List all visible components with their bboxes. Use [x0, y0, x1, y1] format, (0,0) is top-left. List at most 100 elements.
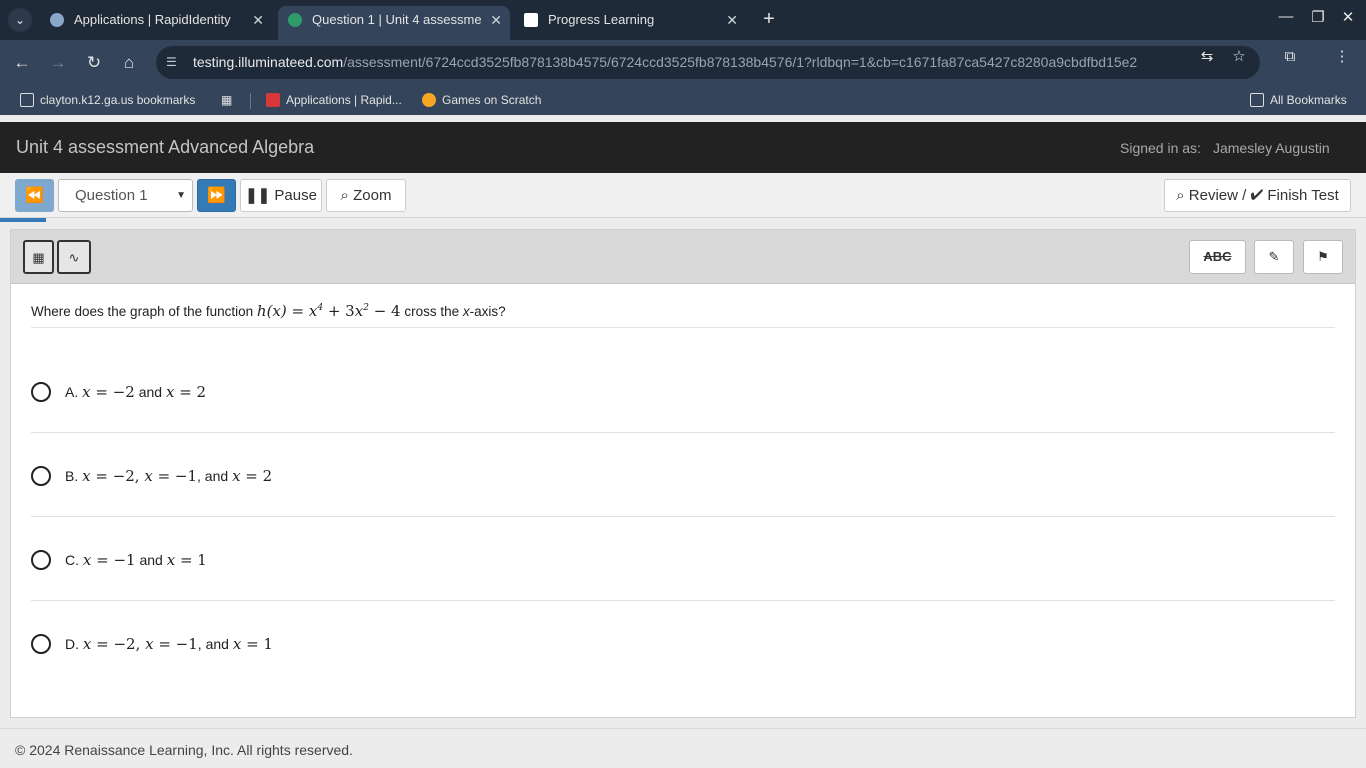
fast-forward-icon: ⏩ [207, 187, 226, 204]
chrome-menu-icon[interactable]: ⋮ [1333, 48, 1351, 66]
choice-text: D. x = −2, x = −1, and x = 1 [65, 634, 273, 654]
answer-eliminator-label: ABC [1203, 249, 1232, 264]
close-tab-icon[interactable]: ✕ [726, 6, 738, 34]
assessment-header: Unit 4 assessment Advanced Algebra Signe… [0, 122, 1366, 173]
flag-icon: ⚑ [1317, 249, 1329, 264]
answer-choice-b[interactable]: B. x = −2, x = −1, and x = 2 [31, 433, 1335, 517]
copyright-text: © 2024 Renaissance Learning, Inc. All ri… [15, 742, 353, 758]
progress-learning-favicon-icon [524, 13, 538, 27]
choice-math: x = −2, x = −1 [82, 635, 198, 653]
bookmark-rapididentity[interactable]: Applications | Rapid... [266, 85, 402, 115]
pause-icon: ❚❚ [245, 187, 271, 204]
choice-connector: and [139, 552, 163, 568]
pause-label: Pause [274, 187, 317, 204]
choice-connector: , and [197, 636, 229, 652]
graphing-calculator-button[interactable]: ∿ [57, 240, 91, 274]
answer-choice-c[interactable]: C. x = −1 and x = 1 [31, 517, 1335, 601]
user-name: Jamesley Augustin [1212, 140, 1330, 156]
rapididentity-icon [266, 93, 280, 107]
signed-in-label: Signed in as: [1120, 140, 1201, 156]
tab-title: Applications | RapidIdentity [74, 12, 231, 27]
check-icon: ✔ [1250, 187, 1264, 204]
folder-icon [1250, 93, 1264, 107]
choice-letter: A. [65, 384, 79, 400]
bookmark-star-icon[interactable]: ☆ [1230, 48, 1248, 66]
tab-title: Question 1 | Unit 4 assessment [312, 12, 482, 27]
edit-icon: ✎ [1268, 249, 1280, 264]
question-controls: ⏪ Question 1 ▼ ⏩ ❚❚ Pause ⌕ Zoom ⌕ Revie… [0, 173, 1366, 218]
zoom-button[interactable]: ⌕ Zoom [326, 179, 406, 212]
choice-text: A. x = −2 and x = 2 [65, 382, 206, 402]
minimize-icon[interactable]: — [1274, 8, 1298, 25]
bookmark-divider [250, 93, 251, 109]
notepad-button[interactable]: ✎ [1254, 240, 1294, 274]
rapididentity-favicon-icon [50, 13, 64, 27]
choice-letter: C. [65, 552, 79, 568]
rewind-icon: ⏪ [25, 187, 44, 204]
address-bar[interactable]: ☰ testing.illuminateed.com/assessment/67… [156, 46, 1260, 79]
close-tab-icon[interactable]: ✕ [252, 6, 264, 34]
choice-math: x = −2 [82, 383, 135, 401]
bookmark-label: Applications | Rapid... [286, 93, 402, 107]
function-expression: h(x) = x4 + 3x2 − 4 [256, 302, 401, 320]
bookmark-folder-clayton[interactable]: clayton.k12.ga.us bookmarks [20, 85, 195, 115]
extensions-icon[interactable]: ⧉ [1281, 48, 1299, 66]
illuminate-favicon-icon [288, 13, 302, 27]
apps-grid-icon[interactable]: ▦ [221, 85, 232, 115]
url-text[interactable]: testing.illuminateed.com/assessment/6724… [193, 46, 1137, 79]
radio-button[interactable] [31, 466, 51, 486]
bookmark-label: clayton.k12.ga.us bookmarks [40, 93, 196, 107]
radio-button[interactable] [31, 382, 51, 402]
reload-icon[interactable]: ↻ [83, 52, 105, 74]
choice-letter: B. [65, 468, 79, 484]
tab-rapididentity[interactable]: Applications | RapidIdentity ✕ [40, 6, 272, 34]
close-tab-icon[interactable]: ✕ [490, 6, 502, 34]
site-info-icon[interactable]: ☰ [166, 55, 180, 69]
browser-toolbar: ← → ↻ ⌂ ☰ testing.illuminateed.com/asses… [0, 40, 1366, 85]
question-stem: Where does the graph of the function h(x… [31, 302, 1335, 328]
question-select-value: Question 1 [75, 187, 148, 204]
back-icon[interactable]: ← [11, 52, 33, 74]
calculator-icon: ▦ [32, 250, 45, 265]
tab-title: Progress Learning [548, 12, 655, 27]
answer-choice-d[interactable]: D. x = −2, x = −1, and x = 1 [31, 601, 1335, 685]
pause-button[interactable]: ❚❚ Pause [240, 179, 322, 212]
answer-choice-a[interactable]: A. x = −2 and x = 2 [31, 349, 1335, 433]
calculator-button[interactable]: ▦ [23, 240, 54, 274]
question-variable: x [462, 304, 470, 319]
radio-button[interactable] [31, 634, 51, 654]
close-window-icon[interactable]: ✕ [1336, 8, 1360, 26]
search-icon: ⌕ [1176, 187, 1185, 204]
test-progress-bar [0, 218, 46, 222]
choice-connector: , and [197, 468, 229, 484]
restore-icon[interactable]: ❐ [1306, 8, 1330, 26]
choice-math: x = −1 [82, 551, 136, 569]
choice-math: x = −2, x = −1 [82, 467, 198, 485]
tab-progress-learning[interactable]: Progress Learning ✕ [514, 6, 746, 34]
signed-in-info: Signed in as: Jamesley Augustin [1120, 140, 1330, 156]
all-bookmarks[interactable]: All Bookmarks [1250, 85, 1347, 115]
tab-question-1[interactable]: Question 1 | Unit 4 assessment ✕ [278, 6, 510, 40]
flag-button[interactable]: ⚑ [1303, 240, 1343, 274]
choice-connector: and [138, 384, 163, 400]
choice-math: x = 1 [232, 635, 273, 653]
answer-eliminator-button[interactable]: ABC [1189, 240, 1246, 274]
bookmark-scratch[interactable]: Games on Scratch [422, 85, 541, 115]
previous-question-button[interactable]: ⏪ [15, 179, 54, 212]
question-select[interactable]: Question 1 ▼ [58, 179, 193, 212]
finish-label: Finish Test [1267, 187, 1339, 204]
choice-math: x = 2 [165, 383, 207, 401]
zoom-label: Zoom [353, 187, 392, 204]
folder-icon [20, 93, 34, 107]
radio-button[interactable] [31, 550, 51, 570]
chevron-down-icon: ▼ [176, 190, 186, 201]
new-tab-button[interactable]: + [758, 8, 780, 30]
tab-search-icon[interactable]: ⌄ [8, 8, 32, 32]
next-question-button[interactable]: ⏩ [197, 179, 236, 212]
home-icon[interactable]: ⌂ [118, 52, 140, 74]
forward-icon[interactable]: → [47, 52, 69, 74]
question-text: Where does the graph of the function [31, 304, 254, 319]
choice-math: x = 2 [232, 467, 273, 485]
review-finish-button[interactable]: ⌕ Review / ✔ Finish Test [1164, 179, 1351, 212]
translate-icon[interactable]: ⇆ [1198, 48, 1216, 66]
